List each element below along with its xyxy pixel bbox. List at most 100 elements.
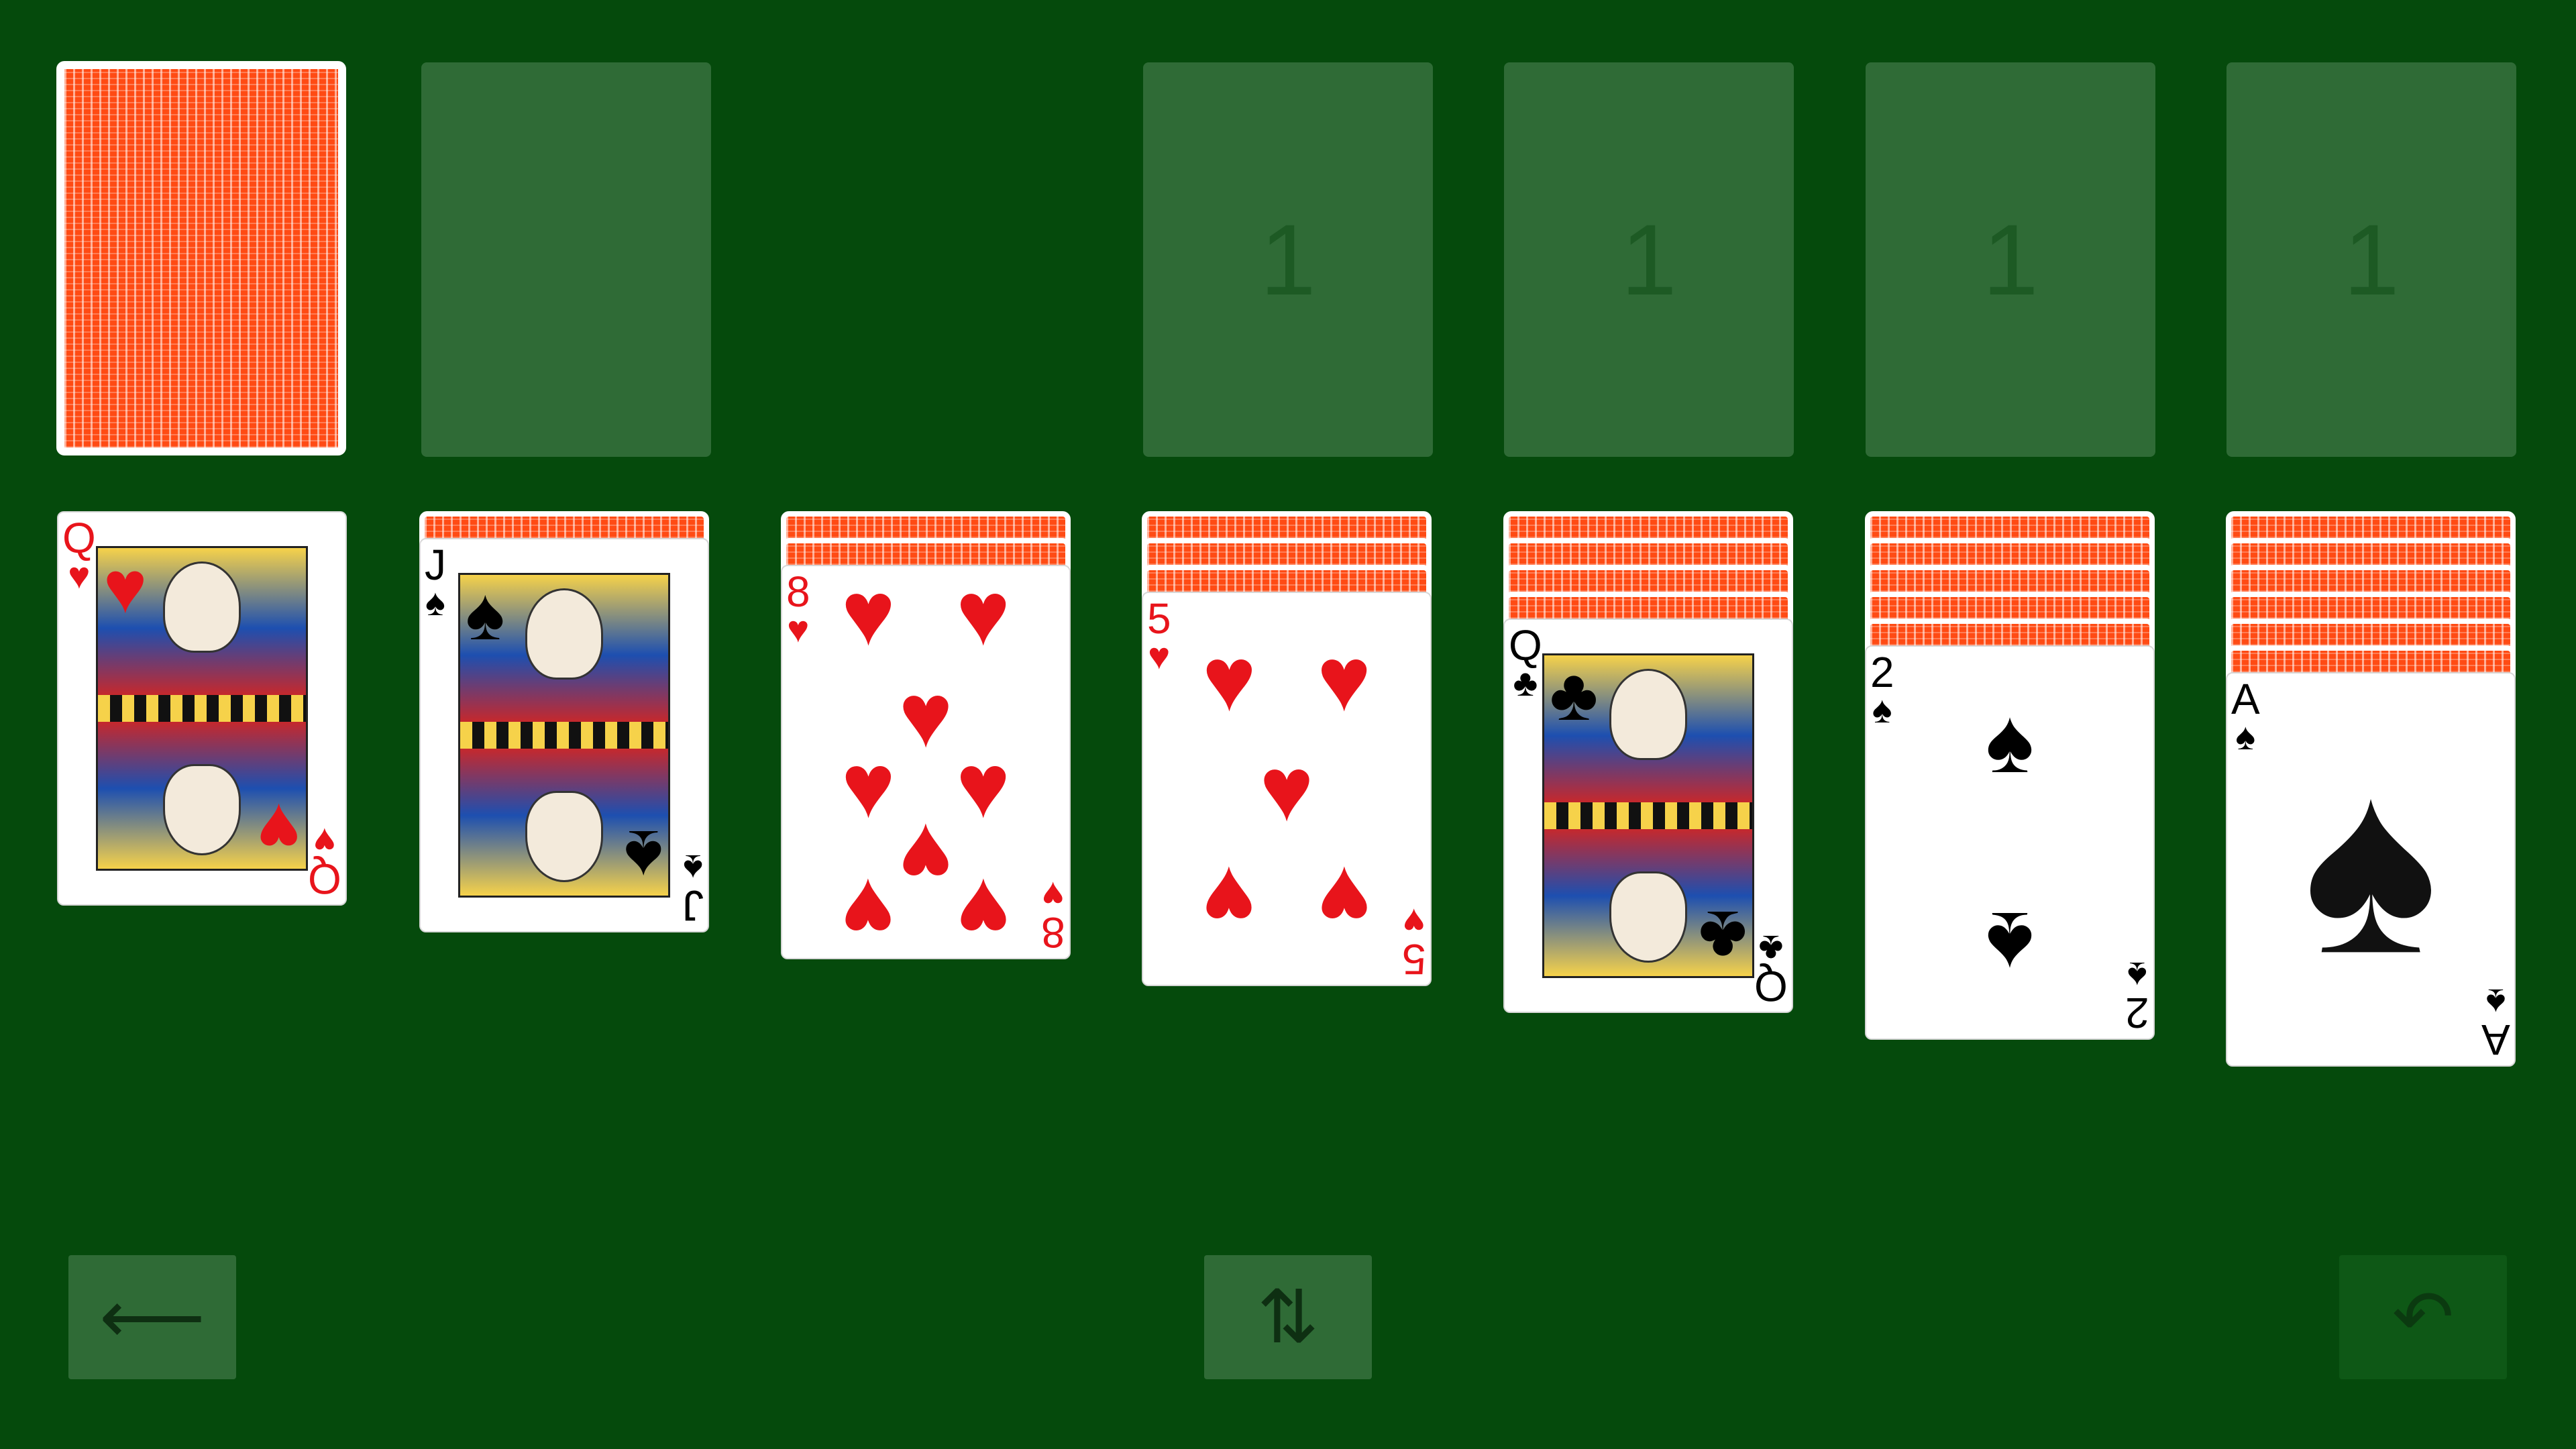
foundation-label: 1 bbox=[2343, 203, 2400, 316]
court-suit-symbol: ♣ bbox=[1698, 896, 1747, 978]
left-arrow-icon: ⟵ bbox=[99, 1275, 205, 1358]
card-corner-index: 8 ♥ bbox=[1041, 874, 1065, 957]
court-card-art: ♣ ♣ bbox=[1542, 653, 1754, 978]
swap-button[interactable]: ⇅ bbox=[1204, 1255, 1372, 1379]
card-rank: 5 bbox=[1147, 594, 1171, 643]
waste-pile[interactable] bbox=[421, 62, 711, 457]
face-up-card[interactable]: 2 ♠ 2 ♠ ♠ ♠ bbox=[1865, 645, 2155, 1040]
suit-pip: ♥ bbox=[956, 735, 1010, 837]
card-suit: ♠ bbox=[2485, 981, 2506, 1024]
card-rank: 8 bbox=[786, 568, 810, 616]
court-suit-symbol: ♣ bbox=[1550, 653, 1599, 736]
card-suit: ♠ bbox=[1872, 688, 1892, 731]
card-rank: Q bbox=[62, 514, 96, 562]
face-up-card[interactable]: Q ♣ Q ♣ ♣ ♣ bbox=[1503, 619, 1793, 1013]
card-corner-index: A ♠ bbox=[2481, 981, 2510, 1064]
card-rank: 8 bbox=[1041, 908, 1065, 957]
suit-pip: ♥ bbox=[841, 735, 896, 837]
stock-pile[interactable] bbox=[56, 61, 346, 455]
foundation-label: 1 bbox=[1621, 203, 1677, 316]
card-corner-index: Q ♣ bbox=[1754, 928, 1788, 1010]
foundation-1[interactable]: 1 bbox=[1143, 62, 1433, 457]
card-rank: 2 bbox=[1870, 648, 1894, 696]
face-up-card[interactable]: 5 ♥ 5 ♥ ♥ ♥ ♥ ♥ ♥ bbox=[1142, 592, 1432, 986]
foundation-2[interactable]: 1 bbox=[1504, 62, 1794, 457]
court-card-band bbox=[1544, 802, 1752, 829]
card-corner-index: 2 ♠ bbox=[1870, 651, 1894, 729]
suit-pip: ♥ bbox=[1259, 738, 1314, 840]
court-card-art: ♠ ♠ bbox=[458, 573, 670, 898]
game-board: 1 1 1 1 Q ♥ Q ♥ ♥ ♥ J ♠ J ♠ ♠ ♠ 8 ♥ 8 ♥ ♥ ♥ ♥ ♥ ♥ ♥ ♥ ♥ 5 ♥ 5 ♥ ♥ ♥ ♥ ♥… bbox=[0, 0, 2576, 1449]
suit-pip: ♠ bbox=[1985, 893, 2035, 996]
card-suit: ♥ bbox=[787, 608, 810, 650]
card-corner-index: A ♠ bbox=[2231, 678, 2260, 755]
ace-suit-pip: ♠ bbox=[2303, 721, 2438, 1007]
face-up-card[interactable]: A ♠ A ♠ ♠ bbox=[2226, 672, 2516, 1067]
suit-pip: ♥ bbox=[841, 565, 896, 665]
court-suit-symbol: ♠ bbox=[466, 573, 505, 655]
suit-pip: ♥ bbox=[956, 859, 1010, 959]
court-card-art: ♥ ♥ bbox=[96, 546, 308, 871]
back-button[interactable]: ⟵ bbox=[68, 1255, 236, 1379]
court-figure-head bbox=[163, 561, 241, 653]
court-suit-symbol: ♥ bbox=[103, 546, 148, 629]
suit-pip: ♥ bbox=[956, 565, 1010, 665]
card-corner-index: Q ♥ bbox=[308, 820, 341, 903]
court-suit-symbol: ♠ bbox=[623, 815, 663, 898]
card-corner-index: 2 ♠ bbox=[2125, 955, 2149, 1037]
card-rank: A bbox=[2481, 1016, 2510, 1064]
foundation-3[interactable]: 1 bbox=[1866, 62, 2155, 457]
court-figure-head bbox=[163, 764, 241, 855]
card-suit: ♣ bbox=[1758, 928, 1784, 970]
card-suit: ♠ bbox=[425, 581, 445, 623]
card-rank: Q bbox=[1509, 621, 1542, 669]
card-suit: ♥ bbox=[68, 554, 91, 596]
card-corner-index: 5 ♥ bbox=[1147, 597, 1171, 675]
court-figure-head bbox=[525, 588, 603, 680]
card-corner-index: J ♠ bbox=[682, 847, 704, 930]
card-rank: 5 bbox=[1402, 935, 1426, 983]
suit-pip: ♥ bbox=[1202, 847, 1256, 950]
card-suit: ♠ bbox=[2127, 955, 2148, 997]
card-rank: 2 bbox=[2125, 989, 2149, 1037]
court-suit-symbol: ♥ bbox=[256, 788, 301, 871]
card-suit: ♥ bbox=[313, 820, 336, 863]
suit-pip: ♠ bbox=[1985, 690, 2035, 792]
card-rank: A bbox=[2231, 675, 2260, 723]
card-rank: Q bbox=[308, 855, 341, 903]
suit-pip: ♥ bbox=[898, 663, 953, 766]
undo-button[interactable]: ↶ bbox=[2339, 1255, 2507, 1379]
court-figure-head bbox=[1609, 669, 1687, 760]
face-up-card[interactable]: J ♠ J ♠ ♠ ♠ bbox=[419, 538, 709, 932]
card-suit: ♠ bbox=[2235, 715, 2256, 757]
card-corner-index: 5 ♥ bbox=[1402, 901, 1426, 983]
undo-icon: ↶ bbox=[2392, 1275, 2455, 1358]
court-card-band bbox=[460, 722, 668, 749]
face-up-card[interactable]: 8 ♥ 8 ♥ ♥ ♥ ♥ ♥ ♥ ♥ ♥ ♥ bbox=[781, 565, 1071, 959]
suit-pip: ♥ bbox=[1317, 628, 1371, 731]
card-rank: Q bbox=[1754, 962, 1788, 1010]
court-card-band bbox=[98, 695, 306, 722]
card-corner-index: 8 ♥ bbox=[786, 570, 810, 648]
foundation-4[interactable]: 1 bbox=[2226, 62, 2516, 457]
suit-pip: ♥ bbox=[1317, 847, 1371, 950]
card-corner-index: Q ♥ bbox=[62, 517, 96, 594]
card-rank: J bbox=[425, 541, 446, 589]
card-suit: ♣ bbox=[1513, 661, 1538, 704]
court-figure-head bbox=[525, 791, 603, 882]
foundation-label: 1 bbox=[1982, 203, 2039, 316]
card-suit: ♠ bbox=[683, 847, 703, 890]
card-suit: ♥ bbox=[1403, 901, 1426, 943]
card-suit: ♥ bbox=[1042, 874, 1065, 916]
card-corner-index: J ♠ bbox=[425, 543, 446, 621]
suit-pip: ♥ bbox=[841, 859, 896, 959]
card-corner-index: Q ♣ bbox=[1509, 624, 1542, 702]
face-up-card[interactable]: Q ♥ Q ♥ ♥ ♥ bbox=[57, 511, 347, 906]
foundation-label: 1 bbox=[1260, 203, 1316, 316]
card-suit: ♥ bbox=[1148, 635, 1171, 677]
suit-pip: ♥ bbox=[898, 805, 953, 908]
swap-vertical-icon: ⇅ bbox=[1256, 1275, 1320, 1358]
suit-pip: ♥ bbox=[1202, 628, 1256, 731]
court-figure-head bbox=[1609, 871, 1687, 963]
card-rank: J bbox=[682, 881, 704, 930]
